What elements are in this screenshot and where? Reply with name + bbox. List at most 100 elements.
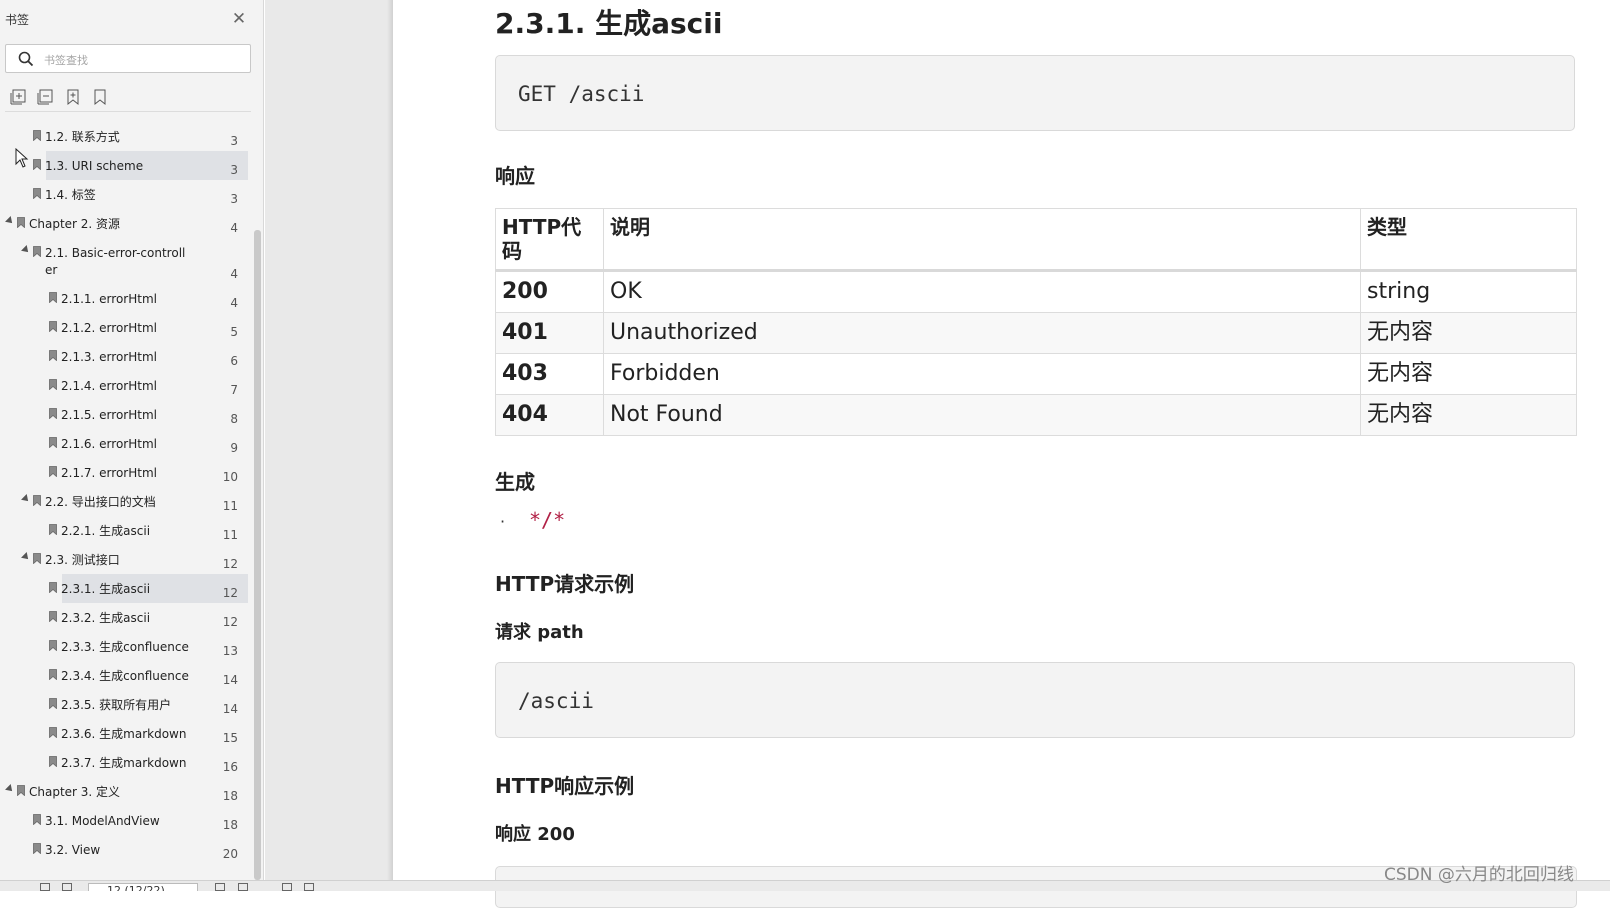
bookmark-item[interactable]: 2.3.7. 生成markdown 16 (0, 748, 248, 777)
bookmark-item[interactable]: 2.1.2. errorHtml 5 (0, 313, 248, 342)
bookmark-label: 2.1.5. errorHtml (61, 408, 157, 422)
request-line-block: GET /ascii (495, 55, 1575, 131)
document-page: 2.3.1. 生成ascii GET /ascii 响应 HTTP代码 说明 类… (393, 0, 1610, 908)
sidebar-scrollbar[interactable] (254, 230, 261, 880)
bookmark-icon (49, 321, 57, 332)
table-cell: 403 (495, 353, 604, 395)
bookmark-item[interactable]: 2.1. Basic-error-controll er 4 (0, 238, 248, 284)
bookmark-item[interactable]: 2.1.5. errorHtml 8 (0, 400, 248, 429)
bookmark-item[interactable]: 2.3.2. 生成ascii 12 (0, 603, 248, 632)
table-header-row: HTTP代码 说明 类型 (495, 208, 1577, 272)
bookmark-icon (49, 727, 57, 738)
bookmark-icon (33, 130, 41, 141)
bookmark-label: Chapter 3. 定义 (29, 785, 121, 799)
table-cell: 无内容 (1360, 312, 1577, 354)
table-cell: 无内容 (1360, 353, 1577, 395)
expand-toggle-icon[interactable] (21, 245, 31, 255)
table-cell: 200 (495, 270, 604, 313)
bookmark-item[interactable]: 3.1. ModelAndView 18 (0, 806, 248, 835)
bookmark-item[interactable]: 1.2. 联系方式 3 (0, 122, 248, 151)
bookmark-item[interactable]: 2.1.7. errorHtml 10 (0, 458, 248, 487)
bookmark-page-number: 3 (230, 163, 238, 177)
request-path-block: /ascii (495, 662, 1575, 738)
bookmark-item[interactable]: 2.3.4. 生成confluence 14 (0, 661, 248, 690)
request-path-text: /ascii (518, 689, 594, 713)
bookmark-label: 2.3.3. 生成confluence (61, 640, 189, 654)
bookmark-item[interactable]: 3.2. View 20 (0, 835, 248, 864)
bookmark-item[interactable]: 1.3. URI scheme 3 (0, 151, 248, 180)
bookmark-label: 2.3.2. 生成ascii (61, 611, 151, 625)
bookmark-label: 2.3. 测试接口 (45, 553, 120, 567)
bookmark-page-number: 3 (230, 134, 238, 148)
bookmark-page-number: 4 (230, 267, 238, 281)
bookmark-item[interactable]: 2.1.3. errorHtml 6 (0, 342, 248, 371)
bookmarks-header: 书签 ✕ (0, 0, 264, 40)
bookmark-label: 2.1.6. errorHtml (61, 437, 157, 451)
bookmarks-panel: 书签 ✕ 1.2. 联系方式 3 1.3. URI scheme 3 1.4. 标签 3 C… (0, 0, 264, 880)
bookmark-item[interactable]: 2.2.1. 生成ascii 11 (0, 516, 248, 545)
bookmark-item[interactable]: Chapter 2. 资源 4 (0, 209, 248, 238)
bookmark-page-number: 9 (230, 441, 238, 455)
bookmark-label: 2.3.7. 生成markdown (61, 756, 187, 770)
table-cell: Unauthorized (603, 312, 1361, 354)
bookmark-item[interactable]: 2.3.1. 生成ascii 12 (0, 574, 248, 603)
bookmark-icon (33, 188, 41, 199)
bookmark-item[interactable]: 2.3.5. 获取所有用户 14 (0, 690, 248, 719)
response-200-heading: 响应 200 (495, 824, 575, 845)
bookmark-label: 3.2. View (45, 843, 101, 857)
bookmark-page-number: 14 (222, 673, 238, 687)
table-cell: Forbidden (603, 353, 1361, 395)
bookmark-label: 2.3.5. 获取所有用户 (61, 698, 172, 712)
expand-toggle-icon[interactable] (21, 552, 31, 562)
bookmark-label: 2.1.4. errorHtml (61, 379, 157, 393)
bookmark-item[interactable]: 2.2. 导出接口的文档 11 (0, 487, 248, 516)
add-bookmark-icon[interactable] (64, 88, 82, 106)
bookmark-item[interactable]: 1.4. 标签 3 (0, 180, 248, 209)
table-header-cell: 类型 (1360, 208, 1577, 272)
bookmark-item[interactable]: 2.3.3. 生成confluence 13 (0, 632, 248, 661)
table-cell: string (1360, 270, 1577, 313)
bookmark-icon (49, 408, 57, 419)
bookmark-page-number: 8 (230, 412, 238, 426)
bookmark-page-number: 14 (222, 702, 238, 716)
bookmark-item[interactable]: Chapter 3. 定义 18 (0, 777, 248, 806)
bookmark-page-number: 12 (222, 557, 238, 571)
bookmark-page-number: 13 (222, 644, 238, 658)
bookmark-item[interactable]: 2.3.6. 生成markdown 15 (0, 719, 248, 748)
close-icon[interactable]: ✕ (229, 9, 249, 29)
bookmark-page-number: 18 (222, 789, 238, 803)
bookmark-label: Chapter 2. 资源 (29, 217, 121, 231)
section-title: 2.3.1. 生成ascii (495, 7, 723, 40)
request-path-heading: 请求 path (495, 622, 584, 643)
bookmark-item[interactable]: 2.1.6. errorHtml 9 (0, 429, 248, 458)
response-heading: 响应 (495, 164, 535, 188)
bookmark-label: 2.3.1. 生成ascii (61, 582, 151, 596)
collapse-all-icon[interactable] (37, 88, 55, 106)
expand-all-icon[interactable] (10, 88, 28, 106)
bookmark-page-number: 18 (222, 818, 238, 832)
expand-toggle-icon[interactable] (21, 494, 31, 504)
bookmark-toolbar (0, 86, 264, 110)
bookmark-icon (49, 611, 57, 622)
table-row: 200 OK string (495, 270, 1577, 313)
bookmark-item[interactable]: 2.1.1. errorHtml 4 (0, 284, 248, 313)
bookmark-search-input[interactable] (42, 49, 246, 71)
bookmark-item[interactable]: 2.3. 测试接口 12 (0, 545, 248, 574)
bookmark-icon (33, 553, 41, 564)
expand-toggle-icon[interactable] (5, 216, 15, 226)
expand-toggle-icon[interactable] (5, 784, 15, 794)
document-viewer[interactable]: 2.3.1. 生成ascii GET /ascii 响应 HTTP代码 说明 类… (265, 0, 1610, 908)
bookmark-label: 3.1. ModelAndView (45, 814, 160, 828)
bookmark-item[interactable]: 2.1.4. errorHtml 7 (0, 371, 248, 400)
list-bullet: · (500, 512, 506, 531)
bookmark-icon[interactable] (91, 88, 109, 106)
bookmark-page-number: 6 (230, 354, 238, 368)
bookmark-search-box[interactable] (5, 44, 251, 73)
bookmark-label: 1.3. URI scheme (45, 159, 144, 173)
bookmark-page-number: 5 (230, 325, 238, 339)
bookmark-page-number: 11 (222, 528, 238, 542)
bookmark-icon (49, 669, 57, 680)
bookmark-page-number: 3 (230, 192, 238, 206)
bookmark-icon (33, 843, 41, 854)
bookmark-page-number: 12 (222, 615, 238, 629)
